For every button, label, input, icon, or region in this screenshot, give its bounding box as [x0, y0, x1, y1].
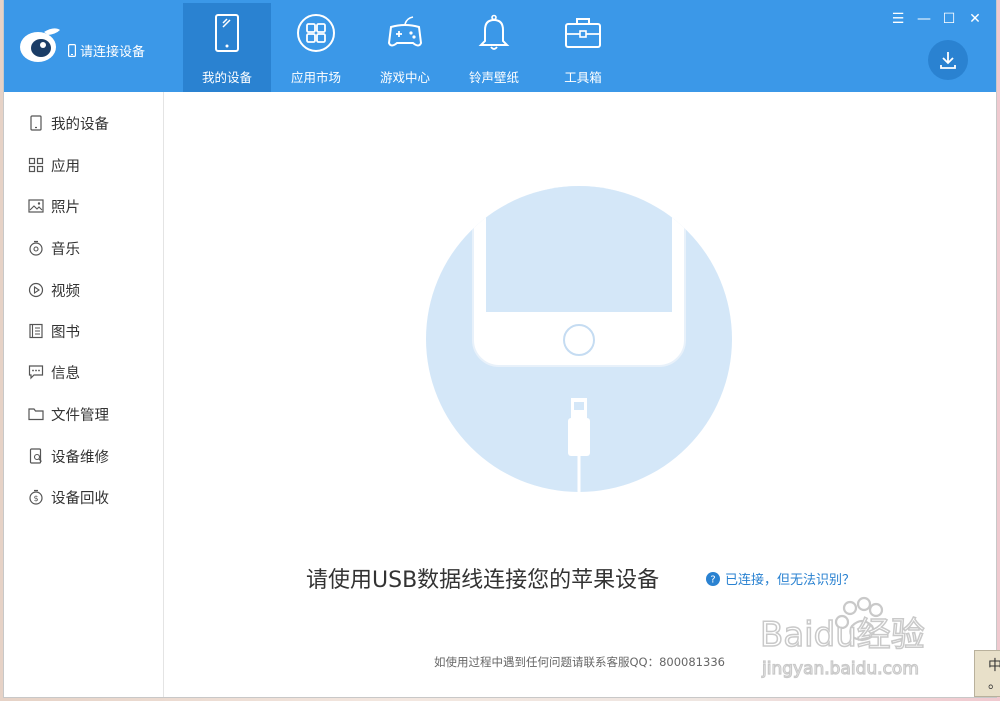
- gamepad-icon: [387, 16, 423, 47]
- menu-button[interactable]: ☰: [889, 10, 907, 28]
- svg-text:?: ?: [710, 574, 715, 585]
- sidebar: 我的设备 应用 照片 音乐 视频 图书 信息 文件管理 设备维修 $ 设备回收: [4, 92, 164, 697]
- tab-label: 应用市场: [290, 70, 341, 85]
- sidebar-item-photos[interactable]: 照片: [4, 186, 163, 226]
- support-footer: 如使用过程中遇到任何问题请联系客服QQ：800081336: [434, 655, 725, 669]
- book-icon: [29, 323, 43, 339]
- sidebar-item-books[interactable]: 图书: [4, 311, 163, 351]
- help-link[interactable]: ? 已连接，但无法识别？: [706, 569, 855, 588]
- phone-small-icon: [68, 44, 76, 57]
- tab-label: 铃声壁纸: [468, 70, 519, 85]
- apps-grid-icon: [297, 14, 335, 52]
- question-icon: ?: [706, 571, 720, 586]
- tab-game-center[interactable]: 游戏中心: [361, 3, 449, 92]
- download-button[interactable]: [928, 40, 968, 80]
- apps-icon: [28, 157, 44, 173]
- sidebar-item-label: 应用: [51, 158, 80, 175]
- sidebar-item-video[interactable]: 视频: [4, 270, 163, 310]
- recycle-icon: $: [29, 489, 43, 505]
- repair-icon: [29, 448, 42, 464]
- folder-icon: [28, 408, 44, 421]
- minimize-button[interactable]: —: [915, 10, 933, 28]
- sidebar-item-label: 设备维修: [51, 449, 109, 466]
- help-link-text: 已连接，但无法识别？: [725, 573, 856, 588]
- ime-indicator[interactable]: 中 。: [974, 650, 1000, 697]
- sidebar-item-messages[interactable]: 信息: [4, 352, 163, 392]
- sidebar-item-label: 照片: [51, 199, 80, 216]
- tab-my-device[interactable]: 我的设备: [183, 3, 271, 92]
- tab-ringtone-wallpaper[interactable]: 铃声壁纸: [450, 3, 538, 92]
- sidebar-item-label: 我的设备: [51, 116, 109, 133]
- sidebar-item-label: 设备回收: [51, 490, 109, 507]
- tab-label: 工具箱: [564, 70, 602, 85]
- tablet-icon: [215, 14, 239, 52]
- connect-device-status[interactable]: 请连接设备: [68, 41, 145, 60]
- video-icon: [28, 282, 44, 298]
- download-icon: [940, 52, 956, 69]
- svg-text:$: $: [33, 494, 38, 503]
- sidebar-item-label: 信息: [51, 365, 80, 382]
- bell-icon: [478, 14, 510, 50]
- sidebar-item-device-repair[interactable]: 设备维修: [4, 436, 163, 476]
- sidebar-item-label: 音乐: [51, 241, 80, 258]
- watermark-brand: Baidu经验: [760, 615, 925, 655]
- sidebar-item-label: 图书: [51, 324, 80, 341]
- sidebar-item-file-manager[interactable]: 文件管理: [4, 394, 163, 434]
- ime-punct: 。: [988, 673, 1000, 693]
- device-icon: [30, 115, 42, 131]
- tab-toolbox[interactable]: 工具箱: [539, 3, 627, 92]
- tab-app-market[interactable]: 应用市场: [272, 3, 360, 92]
- toolbox-icon: [565, 18, 601, 48]
- top-bar: 请连接设备 我的设备 应用市场 游戏中心 铃声壁纸 工具箱 ☰ — ☐ ✕: [4, 0, 996, 92]
- close-button[interactable]: ✕: [966, 10, 984, 28]
- ime-text: 中: [988, 658, 1000, 674]
- sidebar-item-device-recycle[interactable]: $ 设备回收: [4, 477, 163, 517]
- photo-icon: [28, 199, 44, 213]
- app-window: 请连接设备 我的设备 应用市场 游戏中心 铃声壁纸 工具箱 ☰ — ☐ ✕ 我的…: [4, 0, 996, 697]
- sidebar-item-apps[interactable]: 应用: [4, 145, 163, 185]
- watermark-url: jingyan.baidu.com: [761, 659, 919, 679]
- app-logo-icon: [20, 28, 60, 62]
- tab-label: 我的设备: [201, 70, 252, 85]
- connect-usb-illustration: [426, 186, 732, 492]
- sidebar-item-my-device[interactable]: 我的设备: [4, 103, 163, 143]
- sidebar-item-label: 文件管理: [51, 407, 109, 424]
- sidebar-item-label: 视频: [51, 283, 80, 300]
- tab-label: 游戏中心: [379, 70, 430, 85]
- maximize-button[interactable]: ☐: [940, 10, 958, 28]
- sidebar-item-music[interactable]: 音乐: [4, 228, 163, 268]
- music-icon: [29, 240, 43, 256]
- connect-device-label: 请连接设备: [80, 45, 146, 60]
- connect-instruction: 请使用USB数据线连接您的苹果设备: [306, 568, 660, 593]
- message-icon: [28, 365, 44, 380]
- baidu-jingyan-watermark: Baidu经验 jingyan.baidu.com: [760, 596, 926, 680]
